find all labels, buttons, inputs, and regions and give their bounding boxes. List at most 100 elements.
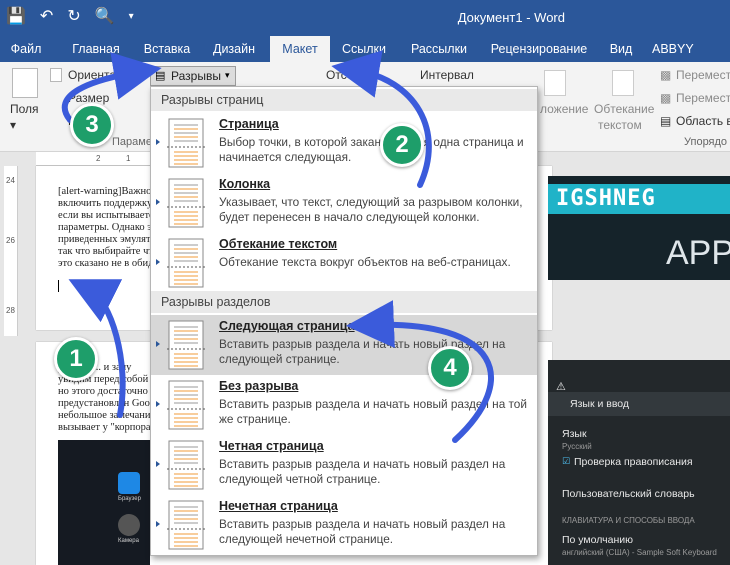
position-icon[interactable] — [544, 70, 566, 96]
annotation-badge-4: 4 — [428, 346, 472, 390]
checkbox-checked-icon: ☑ — [562, 456, 571, 466]
ruler-mark: 1 — [126, 154, 131, 163]
continuous-section-break-icon — [167, 380, 205, 430]
menu-item-description: Выбор точки, в которой заканчивается одн… — [219, 135, 524, 164]
selection-pane-button[interactable]: Область в — [676, 114, 730, 128]
banner-subtitle: APP — [666, 234, 730, 272]
bring-forward-button[interactable]: Перемест — [676, 68, 730, 82]
menu-item-title: Обтекание текстом — [219, 237, 338, 251]
menu-item-next-page-section-break[interactable]: Следующая страница Вставить разрыв раздел… — [151, 315, 537, 375]
title-bar: 💾 ↶ ↻ 🔍 ▾ Документ1 - Word — [0, 0, 730, 36]
text-wrapping-break-icon — [167, 238, 205, 288]
item-marker-icon — [156, 199, 160, 205]
arrange-group-label: Упорядо — [684, 136, 728, 148]
document-text-line: [alert-warning]Важное — [58, 186, 150, 197]
annotation-badge-2: 2 — [380, 123, 424, 167]
menu-item-odd-page-section-break[interactable]: Нечетная страница Вставить разрыв раздела… — [151, 495, 537, 555]
item-marker-icon — [156, 139, 160, 145]
column-break-icon — [167, 178, 205, 228]
android-settings-screenshot: ⚠ Язык и ввод Язык Русский ☑ Проверка пр… — [548, 360, 730, 565]
menu-item-description: Вставить разрыв раздела и начать новый р… — [219, 517, 506, 546]
send-backward-button[interactable]: Перемест — [676, 91, 730, 105]
breaks-button[interactable]: ▤ Разрывы ▾ — [150, 66, 236, 86]
menu-item-text-wrapping-break[interactable]: Обтекание текстом Обтекание текста вокруг… — [151, 233, 537, 293]
tab-insert[interactable]: Вставка — [138, 36, 196, 62]
menu-item-title: Следующая страница — [219, 319, 355, 333]
indent-label: Отс — [326, 68, 347, 82]
menu-item-title: Страница — [219, 117, 279, 131]
tab-home[interactable]: Главная — [66, 36, 126, 62]
menu-item-title: Нечетная страница — [219, 499, 338, 513]
ruler-mark: 26 — [6, 236, 15, 245]
menu-item-title: Без разрыва — [219, 379, 299, 393]
document-text-line: включить поддержку в — [58, 198, 150, 209]
emulator-label: Браузер — [118, 496, 141, 502]
orientation-icon[interactable] — [50, 68, 62, 82]
document-text-line: приведенных эмулято — [58, 234, 150, 245]
tab-abbyy[interactable]: ABBYY FineRe — [652, 36, 730, 82]
menu-item-page-break[interactable]: Страница Выбор точки, в которой заканчива… — [151, 113, 537, 173]
spacing-label: Интервал — [420, 68, 474, 82]
warning-icon: ⚠ — [556, 381, 566, 393]
page-break-icon — [167, 118, 205, 168]
camera-icon — [118, 514, 140, 536]
wrap-text-button[interactable]: Обтекание — [594, 102, 654, 116]
annotation-badge-3: 3 — [70, 103, 114, 147]
settings-default: По умолчанию — [562, 534, 634, 546]
odd-page-section-break-icon — [167, 500, 205, 550]
tab-design[interactable]: Дизайн — [206, 36, 262, 62]
window-title: Документ1 - Word — [457, 10, 565, 25]
section-page-breaks: Разрывы страниц — [151, 89, 537, 111]
document-text-line: небольшое замечание — [58, 410, 150, 421]
tab-references[interactable]: Ссылки — [336, 36, 392, 62]
menu-item-description: Указывает, что текст, следующий за разры… — [219, 195, 523, 224]
item-marker-icon — [156, 521, 160, 527]
breaks-icon: ▤ — [155, 70, 166, 82]
settings-section-title: КЛАВИАТУРА И СПОСОБЫ ВВОДА — [562, 516, 695, 525]
margins-button[interactable]: Поля — [10, 102, 39, 116]
breaks-dropdown-menu: Разрывы страниц Разрывы разделов Страниц… — [150, 86, 538, 556]
orientation-button[interactable]: Ориентация — [68, 68, 136, 82]
tab-review[interactable]: Рецензирование — [484, 36, 594, 62]
emulator-screenshot: Браузер Камера — [58, 440, 150, 565]
menu-item-title: Колонка — [219, 177, 271, 191]
document-text-line: параметры. Однако эт — [58, 222, 150, 233]
settings-spellcheck: Проверка правописания — [574, 456, 693, 468]
menu-item-column-break[interactable]: Колонка Указывает, что текст, следующий з… — [151, 173, 537, 233]
position-button[interactable]: ложение — [540, 102, 588, 116]
annotation-badge-1: 1 — [54, 337, 98, 381]
breaks-label: Разрывы — [171, 69, 221, 83]
breaks-dropdown-icon: ▾ — [225, 70, 230, 80]
margins-dropdown-icon[interactable]: ▾ — [10, 118, 16, 132]
tab-mailings[interactable]: Рассылки — [404, 36, 474, 62]
menu-item-title: Четная страница — [219, 439, 324, 453]
selection-pane-icon: ▤ — [660, 114, 672, 128]
item-marker-icon — [156, 461, 160, 467]
menu-item-description: Вставить разрыв раздела и начать новый р… — [219, 337, 506, 366]
menu-item-description: Вставить разрыв раздела и начать новый р… — [219, 397, 527, 426]
wrap-text-icon[interactable] — [612, 70, 634, 96]
tab-view[interactable]: Вид — [604, 36, 638, 62]
item-marker-icon — [156, 341, 160, 347]
tab-layout[interactable]: Макет — [270, 36, 330, 62]
text-cursor — [58, 280, 59, 292]
menu-item-even-page-section-break[interactable]: Четная страница Вставить разрыв раздела и… — [151, 435, 537, 495]
emulator-label: Камера — [118, 538, 139, 544]
settings-header: Язык и ввод — [570, 398, 630, 410]
bring-forward-icon: ▩ — [660, 68, 672, 82]
tab-file[interactable]: Файл — [6, 36, 46, 62]
settings-dictionary: Пользовательский словарь — [562, 488, 695, 500]
ribbon-tabs: Файл Главная Вставка Дизайн Макет Ссылки… — [0, 36, 730, 82]
vertical-ruler[interactable]: 24 26 28 — [4, 166, 18, 336]
menu-item-description: Обтекание текста вокруг объектов на веб-… — [219, 255, 511, 269]
margins-icon[interactable] — [12, 68, 38, 98]
menu-item-description: Вставить разрыв раздела и начать новый р… — [219, 457, 506, 486]
menu-item-continuous-section-break[interactable]: Без разрыва Вставить разрыв раздела и нач… — [151, 375, 537, 435]
settings-default-value: английский (США) - Sample Soft Keyboard — [562, 548, 717, 557]
ruler-mark: 28 — [6, 306, 15, 315]
even-page-section-break-icon — [167, 440, 205, 490]
document-text-line: вызывает у "корпорац — [58, 422, 150, 433]
banner-title: IGSHNEG — [556, 186, 656, 211]
document-text-line: если вы испытываете — [58, 210, 150, 221]
ruler-mark: 24 — [6, 176, 15, 185]
